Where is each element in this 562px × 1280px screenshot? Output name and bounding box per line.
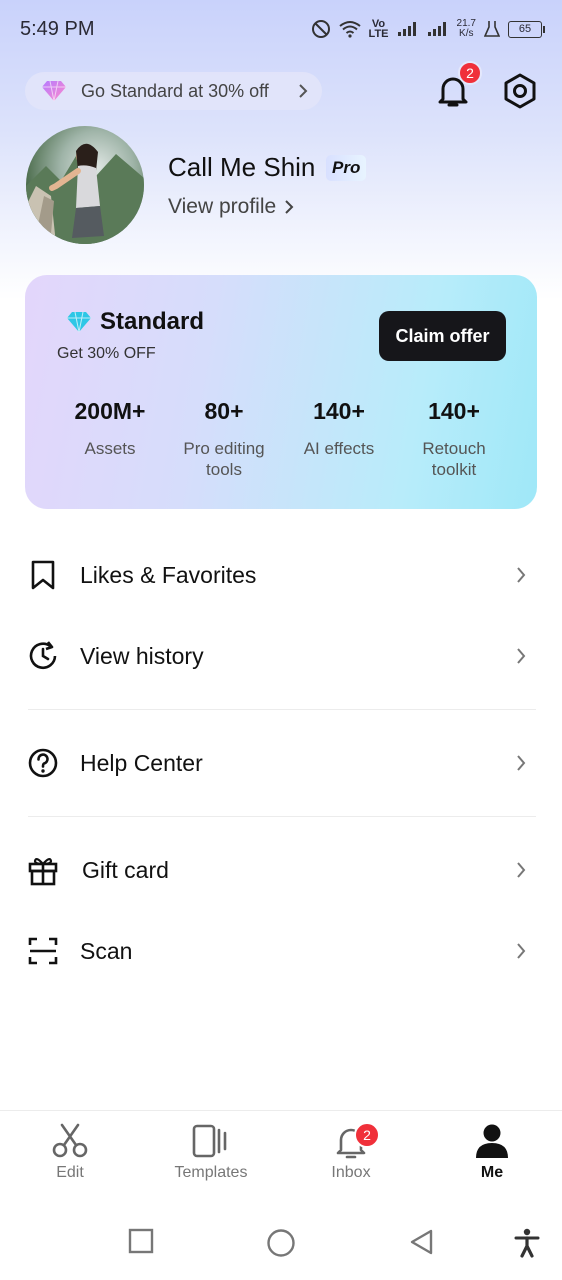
chevron-right-icon [517,755,526,771]
chevron-right-icon [299,84,308,98]
stat-retouch-toolkit: 140+ Retouch toolkit [394,398,514,480]
accessibility-button[interactable] [513,1228,541,1263]
bottom-nav-divider [0,1110,562,1111]
chevron-right-icon [285,200,294,214]
view-profile-label: View profile [168,195,277,218]
stat-value: 80+ [204,398,244,424]
stat-label: Pro editing tools [183,439,265,479]
history-icon [29,641,57,670]
inbox-badge: 2 [354,1122,380,1148]
stat-label: Retouch toolkit [422,439,486,479]
settings-button[interactable] [500,71,540,111]
stat-pro-editing-tools: 80+ Pro editing tools [164,398,284,480]
menu-label: View history [80,642,204,669]
upgrade-promo-banner[interactable]: Go Standard at 30% off [25,72,322,110]
status-bar: 5:49 PM Vo LTE 21.7 K/s 65 [0,0,562,58]
help-icon [28,748,58,778]
avatar[interactable] [26,126,144,244]
plan-title-text: Standard [100,308,205,335]
view-profile-link[interactable]: View profile [168,195,294,219]
scan-icon [28,937,58,965]
plan-title: Standard [66,308,204,336]
back-triangle-icon [410,1229,433,1255]
stat-value: 140+ [313,398,365,424]
notification-badge: 2 [458,61,482,85]
menu-item-help-center[interactable]: Help Center [0,733,562,793]
nav-label: Inbox [331,1164,371,1181]
signal-icon [397,22,416,36]
chevron-right-icon [517,943,526,959]
menu-item-gift-card[interactable]: Gift card [0,840,562,900]
templates-icon [192,1124,227,1158]
menu-label: Help Center [80,749,203,776]
menu-label: Scan [80,937,133,964]
diamond-icon [67,311,91,333]
stat-label: AI effects [303,439,375,458]
battery-indicator: 65 [508,20,545,38]
nav-tab-me[interactable]: Me [447,1122,537,1182]
claim-offer-button[interactable]: Claim offer [379,311,506,361]
pro-badge: Pro [326,155,367,181]
back-button[interactable] [408,1228,434,1261]
scissors-icon [52,1123,88,1158]
flask-icon [484,21,500,37]
menu-label: Likes & Favorites [80,561,257,588]
status-time: 5:49 PM [20,17,95,40]
do-not-disturb-icon [311,20,330,38]
stat-ai-effects: 140+ AI effects [279,398,399,459]
nav-label: Templates [174,1164,248,1181]
nav-label: Edit [56,1164,84,1181]
section-divider [28,816,536,817]
status-icons: Vo LTE 21.7 K/s 65 [311,18,545,40]
signal-icon-2 [427,22,446,36]
recent-apps-button[interactable] [128,1228,154,1259]
diamond-icon [42,80,66,102]
promo-text: Go Standard at 30% off [81,80,269,101]
nav-tab-edit[interactable]: Edit [25,1122,115,1182]
stat-value: 200M+ [74,398,146,424]
network-label: Vo LTE [368,18,389,40]
menu-item-scan[interactable]: Scan [0,921,562,981]
menu-item-view-history[interactable]: View history [0,626,562,686]
person-icon [476,1124,508,1158]
network-speed: 21.7 K/s [457,19,476,39]
settings-hexagon-icon [504,73,536,109]
wifi-icon [338,21,361,38]
bookmark-icon [31,560,55,590]
home-button[interactable] [266,1228,296,1263]
section-divider [28,709,536,710]
menu-item-likes-favorites[interactable]: Likes & Favorites [0,545,562,605]
gift-icon [28,857,58,886]
accessibility-icon [514,1228,540,1258]
nav-tab-templates[interactable]: Templates [166,1122,256,1182]
plan-subtitle: Get 30% OFF [57,345,156,362]
stat-assets: 200M+ Assets [50,398,170,459]
stat-label: Assets [84,439,136,458]
menu-label: Gift card [82,856,169,883]
circle-icon [267,1229,295,1257]
avatar-photo [26,143,144,244]
chevron-right-icon [517,648,526,664]
nav-label: Me [480,1164,504,1181]
nav-tab-inbox[interactable]: Inbox [306,1122,396,1182]
chevron-right-icon [517,567,526,583]
square-icon [128,1228,154,1254]
profile-name: Call Me Shin [168,152,316,182]
chevron-right-icon [517,862,526,878]
stat-value: 140+ [428,398,480,424]
speed-unit: K/s [459,28,474,39]
